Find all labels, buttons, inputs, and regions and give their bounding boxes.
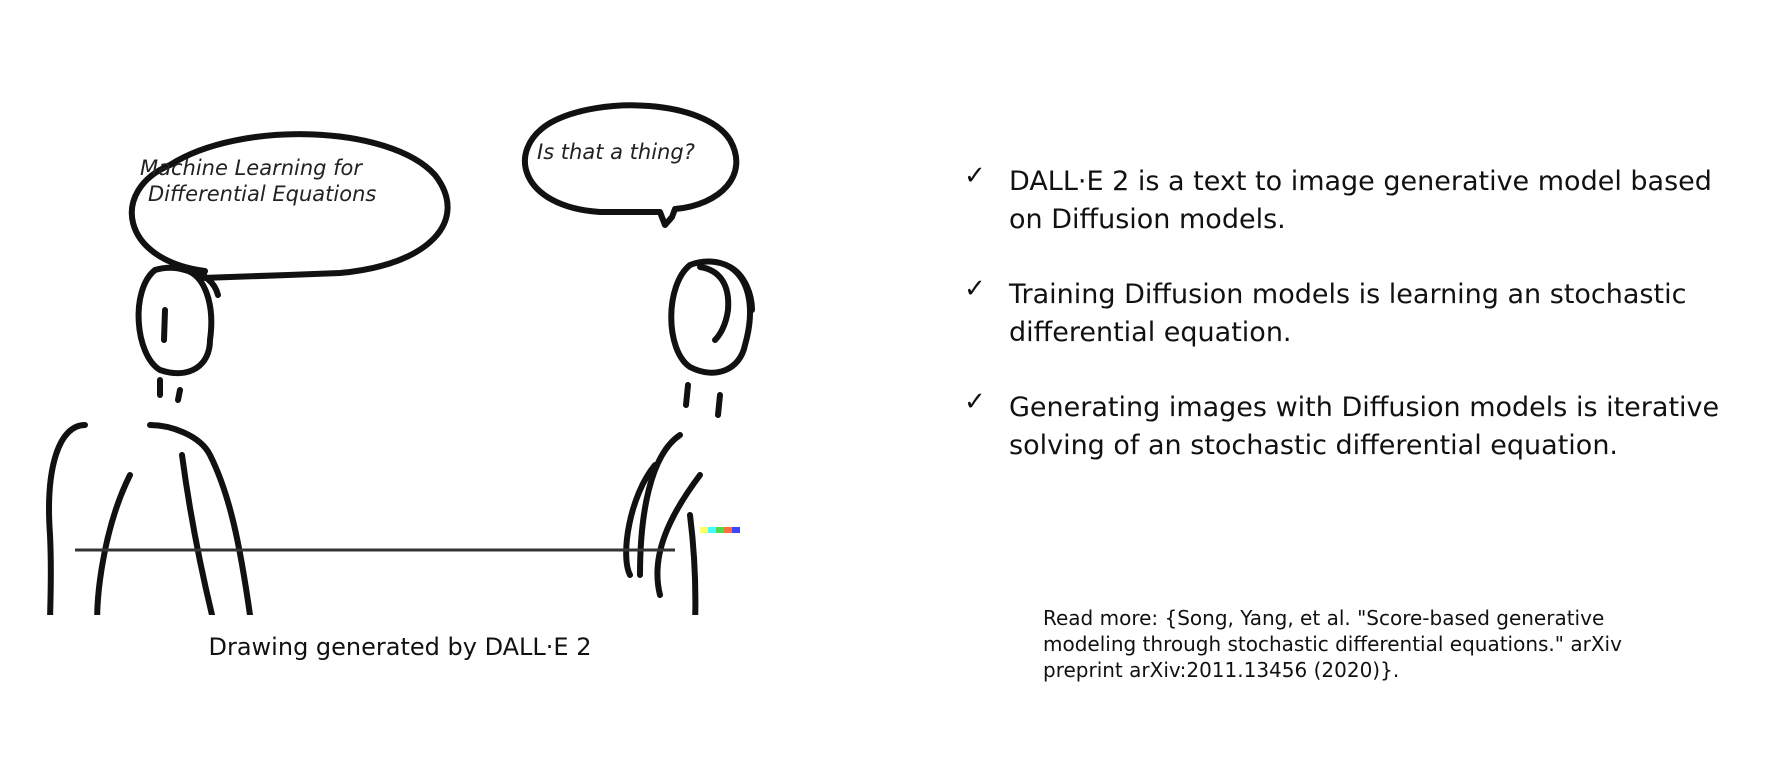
bullet-text: Generating images with Diffusion models …	[1009, 392, 1720, 461]
dalle-signature-icon	[700, 527, 740, 533]
bubble-left-line-1: Machine Learning for	[140, 156, 363, 180]
right-person-figure	[623, 258, 755, 615]
drawing-caption: Drawing generated by DALL·E 2	[208, 633, 592, 661]
bullet-text: DALL·E 2 is a text to image generative m…	[1009, 166, 1712, 235]
speech-bubble-right	[521, 102, 740, 228]
bullet-item: ✓ Training Diffusion models is learning …	[960, 274, 1750, 352]
check-icon: ✓	[964, 274, 986, 304]
check-icon: ✓	[964, 161, 986, 191]
bullet-item: ✓ Generating images with Diffusion model…	[960, 387, 1750, 465]
drawing-panel: Machine Learning for Differential Equati…	[40, 95, 840, 615]
left-person-figure	[46, 264, 253, 615]
bullet-item: ✓ DALL·E 2 is a text to image generative…	[960, 161, 1750, 239]
sketch-illustration: Machine Learning for Differential Equati…	[46, 102, 755, 615]
reference-note: Read more: {Song, Yang, et al. "Score-ba…	[1043, 606, 1622, 682]
check-icon: ✓	[964, 387, 986, 417]
bullet-text: Training Diffusion models is learning an…	[1009, 279, 1687, 348]
bullet-list: ✓ DALL·E 2 is a text to image generative…	[960, 161, 1750, 502]
bubble-left-line-2: Differential Equations	[148, 182, 376, 206]
bubble-right-text: Is that a thing?	[537, 140, 695, 164]
